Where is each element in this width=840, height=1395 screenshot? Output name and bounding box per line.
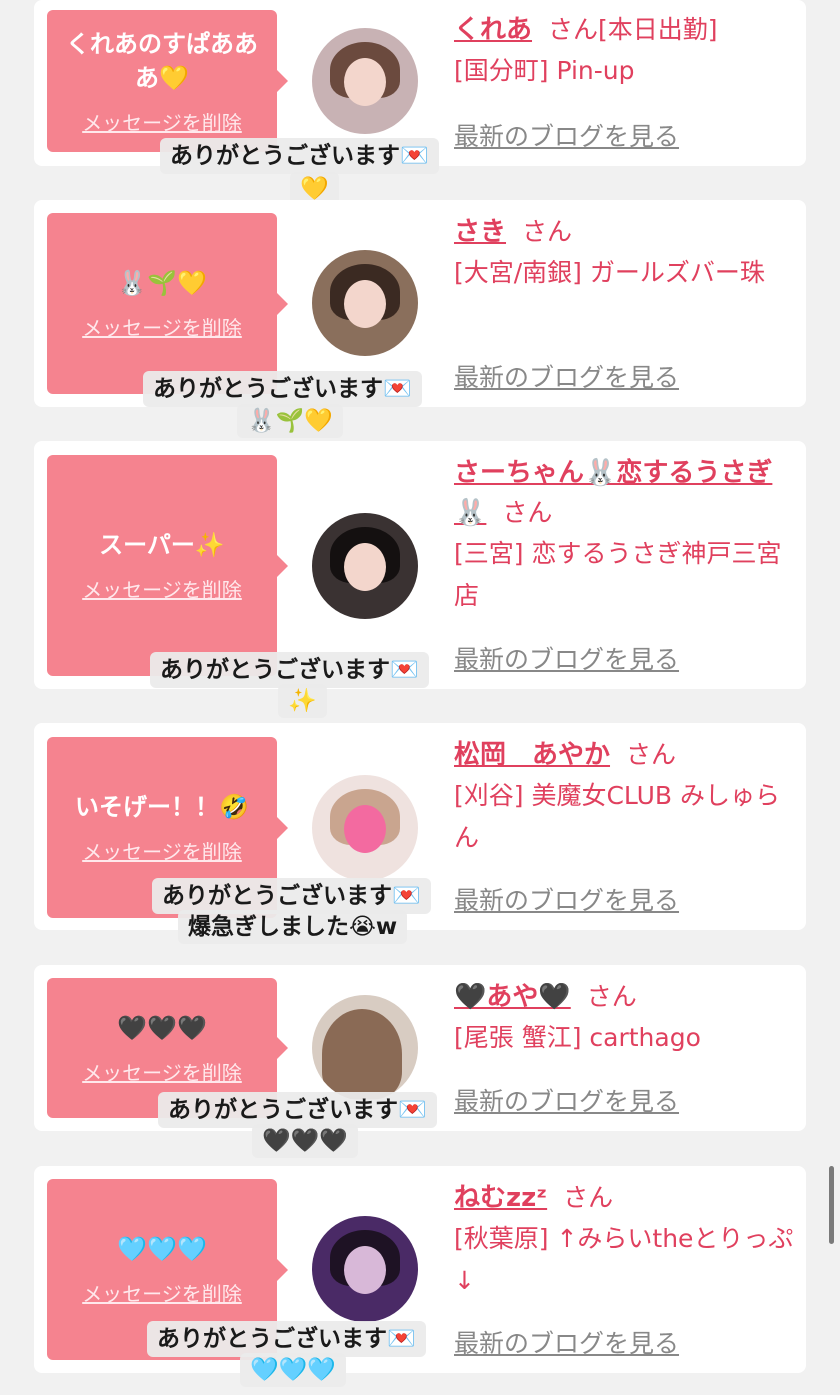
hair-shape bbox=[322, 1009, 402, 1099]
cast-info: くれあ さん[本日出勤] [国分町] Pin-up bbox=[454, 10, 794, 92]
delete-message-link[interactable]: メッセージを削除 bbox=[82, 312, 242, 341]
bubble-message: 🐰🌱💛 bbox=[117, 269, 207, 297]
latest-blog-link[interactable]: 最新のブログを見る bbox=[454, 1324, 679, 1360]
honorific: さん bbox=[548, 15, 599, 44]
reply-message-cont: ✨ bbox=[278, 684, 327, 718]
cast-name-link[interactable]: さき bbox=[454, 217, 506, 247]
shop-name: [刈谷] 美魔女CLUB みしゅらん bbox=[454, 781, 780, 852]
reply-message: ありがとうございます💌 bbox=[147, 1321, 426, 1357]
avatar[interactable] bbox=[312, 775, 418, 881]
honorific: さん bbox=[626, 740, 677, 769]
delete-message-link[interactable]: メッセージを削除 bbox=[82, 1057, 242, 1086]
latest-blog-link[interactable]: 最新のブログを見る bbox=[454, 1082, 679, 1118]
bubble-message: いそげー！！🤣 bbox=[75, 793, 249, 821]
reply-message-cont: 🐰🌱💛 bbox=[237, 404, 343, 438]
reply-message: ありがとうございます💌 bbox=[158, 1092, 437, 1128]
status-tag: [本日出勤] bbox=[598, 15, 718, 44]
bubble-message: くれあのすぱあああ💛 bbox=[66, 29, 258, 92]
latest-blog-link[interactable]: 最新のブログを見る bbox=[454, 358, 679, 394]
shop-name: [大宮/南銀] ガールズバー珠 bbox=[454, 258, 765, 287]
avatar[interactable] bbox=[312, 995, 418, 1101]
cast-info: さーちゃん🐰恋するうさぎ🐰 さん [三宮] 恋するうさぎ神戸三宮店 bbox=[454, 453, 794, 617]
face-shape bbox=[344, 1246, 386, 1294]
face-shape bbox=[344, 805, 386, 853]
avatar[interactable] bbox=[312, 513, 418, 619]
message-bubble: 🐰🌱💛 メッセージを削除 bbox=[47, 213, 288, 394]
scrollbar-thumb[interactable] bbox=[829, 1166, 834, 1244]
shop-name: [国分町] Pin-up bbox=[454, 56, 635, 85]
face-shape bbox=[344, 543, 386, 591]
shop-name: [尾張 蟹江] carthago bbox=[454, 1023, 701, 1052]
cast-info: ねむzzᶻ さん [秋葉原] ↑みらいtheとりっぷ↓ bbox=[454, 1178, 794, 1302]
latest-blog-link[interactable]: 最新のブログを見る bbox=[454, 117, 679, 153]
latest-blog-link[interactable]: 最新のブログを見る bbox=[454, 881, 679, 917]
shop-name: [三宮] 恋するうさぎ神戸三宮店 bbox=[454, 539, 782, 610]
face-shape bbox=[344, 58, 386, 106]
cast-name-link[interactable]: 🖤あや🖤 bbox=[454, 982, 571, 1012]
cast-info: 🖤あや🖤 さん [尾張 蟹江] carthago bbox=[454, 977, 794, 1059]
delete-message-link[interactable]: メッセージを削除 bbox=[82, 574, 242, 603]
face-shape bbox=[344, 280, 386, 328]
delete-message-link[interactable]: メッセージを削除 bbox=[82, 1278, 242, 1307]
reply-message-cont: 爆急ぎしました😭w bbox=[178, 910, 408, 944]
delete-message-link[interactable]: メッセージを削除 bbox=[82, 836, 242, 865]
reply-message-cont: 🖤🖤🖤 bbox=[252, 1124, 358, 1158]
cast-info: 松岡 あやか さん [刈谷] 美魔女CLUB みしゅらん bbox=[454, 735, 794, 859]
reply-message: ありがとうございます💌 bbox=[160, 138, 439, 174]
cast-name-link[interactable]: ねむzzᶻ bbox=[454, 1183, 547, 1213]
honorific: さん bbox=[563, 1183, 614, 1212]
delete-message-link[interactable]: メッセージを削除 bbox=[82, 107, 242, 136]
bubble-message: 🩵🩵🩵 bbox=[117, 1235, 207, 1263]
message-bubble: スーパー✨ メッセージを削除 bbox=[47, 455, 288, 676]
bubble-message: 🖤🖤🖤 bbox=[117, 1013, 207, 1042]
reply-message: ありがとうございます💌 bbox=[143, 371, 422, 407]
avatar[interactable] bbox=[312, 28, 418, 134]
shop-name: [秋葉原] ↑みらいtheとりっぷ↓ bbox=[454, 1224, 794, 1295]
latest-blog-link[interactable]: 最新のブログを見る bbox=[454, 640, 679, 676]
reply-message: ありがとうございます💌 bbox=[150, 652, 429, 688]
cast-name-link[interactable]: くれあ bbox=[454, 15, 532, 45]
message-bubble: くれあのすぱあああ💛 メッセージを削除 bbox=[47, 10, 288, 152]
bubble-message: スーパー✨ bbox=[99, 531, 225, 559]
honorific: さん bbox=[502, 498, 553, 527]
avatar[interactable] bbox=[312, 1216, 418, 1322]
cast-info: さき さん [大宮/南銀] ガールズバー珠 bbox=[454, 212, 794, 294]
cast-name-link[interactable]: 松岡 あやか bbox=[454, 740, 610, 770]
reply-message-cont: 🩵🩵🩵 bbox=[240, 1353, 346, 1387]
honorific: さん bbox=[586, 982, 637, 1011]
honorific: さん bbox=[522, 217, 573, 246]
reply-message: ありがとうございます💌 bbox=[152, 878, 431, 914]
avatar[interactable] bbox=[312, 250, 418, 356]
